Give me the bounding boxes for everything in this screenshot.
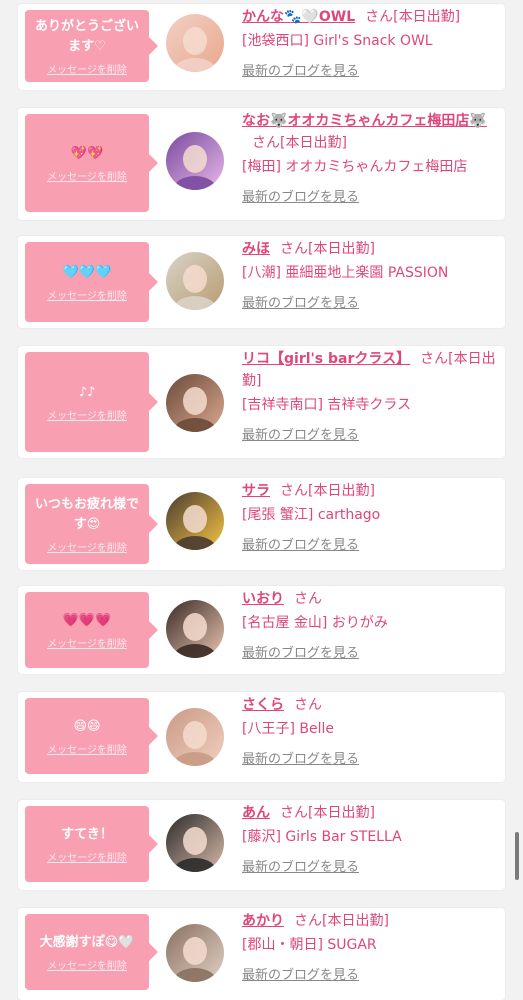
cast-name-link[interactable]: あん bbox=[242, 805, 270, 821]
cast-info: さくら さん [八王子] Belle 最新のブログを見る bbox=[242, 694, 499, 767]
cast-status: さん[本日出勤] bbox=[280, 483, 375, 499]
avatar[interactable] bbox=[166, 814, 224, 872]
view-latest-blog-link[interactable]: 最新のブログを見る bbox=[242, 642, 499, 661]
shop-name: [八潮] 亜細亜地上楽園 PASSION bbox=[242, 265, 449, 281]
avatar[interactable] bbox=[166, 600, 224, 658]
cast-status: さん[本日出勤] bbox=[280, 805, 375, 821]
view-latest-blog-link[interactable]: 最新のブログを見る bbox=[242, 964, 499, 983]
avatar[interactable] bbox=[166, 252, 224, 310]
view-latest-blog-link[interactable]: 最新のブログを見る bbox=[242, 748, 499, 767]
message-text: 😄😄 bbox=[73, 718, 101, 734]
message-bubble: 大感謝すぽ😋🤍 メッセージを削除 bbox=[25, 914, 158, 990]
cast-info: いおり さん [名古屋 金山] おりがみ最新のブログを見る bbox=[242, 588, 499, 661]
view-latest-blog-link[interactable]: 最新のブログを見る bbox=[242, 292, 499, 311]
message-card: 💗💗💗 メッセージを削除 いおり さん [名古屋 金山] おりがみ最新のブログを見る bbox=[18, 586, 505, 674]
shop-name: [藤沢] Girls Bar STELLA bbox=[242, 829, 402, 845]
cast-status: さん[本日出勤] bbox=[365, 9, 461, 25]
cast-name-link[interactable]: サラ bbox=[242, 483, 270, 499]
cast-info: なお🐺オオカミちゃんカフェ梅田店🐺 さん[本日出勤] [梅田] オオカミちゃんカフェ… bbox=[242, 110, 499, 205]
shop-name: [梅田] オオカミちゃんカフェ梅田店 bbox=[242, 159, 468, 175]
avatar[interactable] bbox=[166, 132, 224, 190]
message-bubble: すてき！ メッセージを削除 bbox=[25, 806, 158, 882]
cast-info: サラ さん[本日出勤] [尾張 蟹江] carthago 最新のブログを見る bbox=[242, 480, 499, 553]
message-card: 💖💖 メッセージを削除 なお🐺オオカミちゃんカフェ梅田店🐺 さん[本日出勤] [梅田] … bbox=[18, 108, 505, 220]
message-card: 🩵🩵🩵 メッセージを削除 みほ さん[本日出勤] [八潮] 亜細亜地上楽園 PASSIO… bbox=[18, 236, 505, 328]
avatar[interactable] bbox=[166, 374, 224, 432]
shop-name: [名古屋 金山] おりがみ bbox=[242, 615, 388, 631]
avatar[interactable] bbox=[166, 924, 224, 982]
delete-message-link[interactable]: メッセージを削除 bbox=[47, 849, 127, 864]
shop-name: [尾張 蟹江] carthago bbox=[242, 507, 381, 523]
cast-status: さん bbox=[294, 697, 322, 713]
message-card: 大感謝すぽ😋🤍 メッセージを削除 あかり さん[本日出勤] [郡山・朝日] SUGAR 最… bbox=[18, 908, 505, 1000]
shop-name: [郡山・朝日] SUGAR bbox=[242, 937, 377, 953]
message-bubble: 💗💗💗 メッセージを削除 bbox=[25, 592, 158, 668]
message-bubble: 💖💖 メッセージを削除 bbox=[25, 114, 158, 212]
view-latest-blog-link[interactable]: 最新のブログを見る bbox=[242, 424, 499, 443]
view-latest-blog-link[interactable]: 最新のブログを見る bbox=[242, 534, 499, 553]
message-text: 🩵🩵🩵 bbox=[62, 264, 112, 280]
message-text: すてき！ bbox=[61, 826, 113, 842]
delete-message-link[interactable]: メッセージを削除 bbox=[47, 287, 127, 302]
cast-info: かんな🐾🤍OWL さん[本日出勤] [池袋西口] Girl's Snack OWL 最… bbox=[242, 6, 499, 79]
cast-name-link[interactable]: なお🐺オオカミちゃんカフェ梅田店🐺 bbox=[242, 113, 487, 129]
cast-status: さん bbox=[294, 591, 322, 607]
message-text: 💗💗💗 bbox=[62, 612, 112, 628]
cast-name-link[interactable]: あかり bbox=[242, 913, 284, 929]
message-bubble: 🩵🩵🩵 メッセージを削除 bbox=[25, 242, 158, 322]
cast-info: あかり さん[本日出勤] [郡山・朝日] SUGAR 最新のブログを見る bbox=[242, 910, 499, 983]
delete-message-link[interactable]: メッセージを削除 bbox=[47, 168, 127, 183]
delete-message-link[interactable]: メッセージを削除 bbox=[47, 61, 127, 76]
message-text: ありがとうございます♡ bbox=[34, 18, 139, 54]
message-bubble: 😄😄 メッセージを削除 bbox=[25, 698, 158, 774]
cast-info: あん さん[本日出勤] [藤沢] Girls Bar STELLA 最新のブログを見る bbox=[242, 802, 499, 875]
delete-message-link[interactable]: メッセージを削除 bbox=[47, 539, 127, 554]
cast-status: さん[本日出勤] bbox=[294, 913, 389, 929]
delete-message-link[interactable]: メッセージを削除 bbox=[47, 407, 127, 422]
message-text: ♪♪ bbox=[78, 384, 96, 400]
cast-status: さん[本日出勤] bbox=[280, 241, 375, 257]
message-bubble: いつもお疲れ様です😍 メッセージを削除 bbox=[25, 484, 158, 564]
view-latest-blog-link[interactable]: 最新のブログを見る bbox=[242, 60, 499, 79]
cast-name-link[interactable]: みほ bbox=[242, 241, 270, 257]
cast-info: リコ【girl's barクラス】 さん[本日出勤] [吉祥寺南口] 吉祥寺クラス最… bbox=[242, 348, 499, 443]
avatar[interactable] bbox=[166, 708, 224, 766]
cast-status: さん[本日出勤] bbox=[252, 135, 347, 151]
message-text: いつもお疲れ様です😍 bbox=[34, 496, 139, 532]
message-text: 💖💖 bbox=[70, 145, 104, 161]
message-card: ありがとうございます♡ メッセージを削除 かんな🐾🤍OWL さん[本日出勤] [池袋西口… bbox=[18, 4, 505, 90]
message-card: ♪♪ メッセージを削除 リコ【girl's barクラス】 さん[本日出勤] [吉祥寺南… bbox=[18, 346, 505, 458]
message-card: 😄😄 メッセージを削除 さくら さん [八王子] Belle 最新のブログを見る bbox=[18, 692, 505, 782]
message-bubble: ありがとうございます♡ メッセージを削除 bbox=[25, 10, 158, 82]
cast-info: みほ さん[本日出勤] [八潮] 亜細亜地上楽園 PASSION 最新のブログを見る bbox=[242, 238, 499, 311]
delete-message-link[interactable]: メッセージを削除 bbox=[47, 635, 127, 650]
delete-message-link[interactable]: メッセージを削除 bbox=[47, 741, 127, 756]
shop-name: [吉祥寺南口] 吉祥寺クラス bbox=[242, 397, 412, 413]
scrollbar[interactable] bbox=[515, 832, 519, 880]
shop-name: [八王子] Belle bbox=[242, 721, 334, 737]
view-latest-blog-link[interactable]: 最新のブログを見る bbox=[242, 186, 499, 205]
cast-name-link[interactable]: いおり bbox=[242, 591, 284, 607]
message-card: いつもお疲れ様です😍 メッセージを削除 サラ さん[本日出勤] [尾張 蟹江] cart… bbox=[18, 478, 505, 570]
message-text: 大感謝すぽ😋🤍 bbox=[39, 934, 135, 950]
shop-name: [池袋西口] Girl's Snack OWL bbox=[242, 33, 433, 49]
avatar[interactable] bbox=[166, 14, 224, 72]
view-latest-blog-link[interactable]: 最新のブログを見る bbox=[242, 856, 499, 875]
cast-name-link[interactable]: さくら bbox=[242, 697, 284, 713]
message-card: すてき！ メッセージを削除 あん さん[本日出勤] [藤沢] Girls Bar STE… bbox=[18, 800, 505, 890]
delete-message-link[interactable]: メッセージを削除 bbox=[47, 957, 127, 972]
cast-name-link[interactable]: かんな🐾🤍OWL bbox=[242, 9, 355, 25]
message-bubble: ♪♪ メッセージを削除 bbox=[25, 352, 158, 452]
avatar[interactable] bbox=[166, 492, 224, 550]
cast-name-link[interactable]: リコ【girl's barクラス】 bbox=[242, 351, 410, 367]
